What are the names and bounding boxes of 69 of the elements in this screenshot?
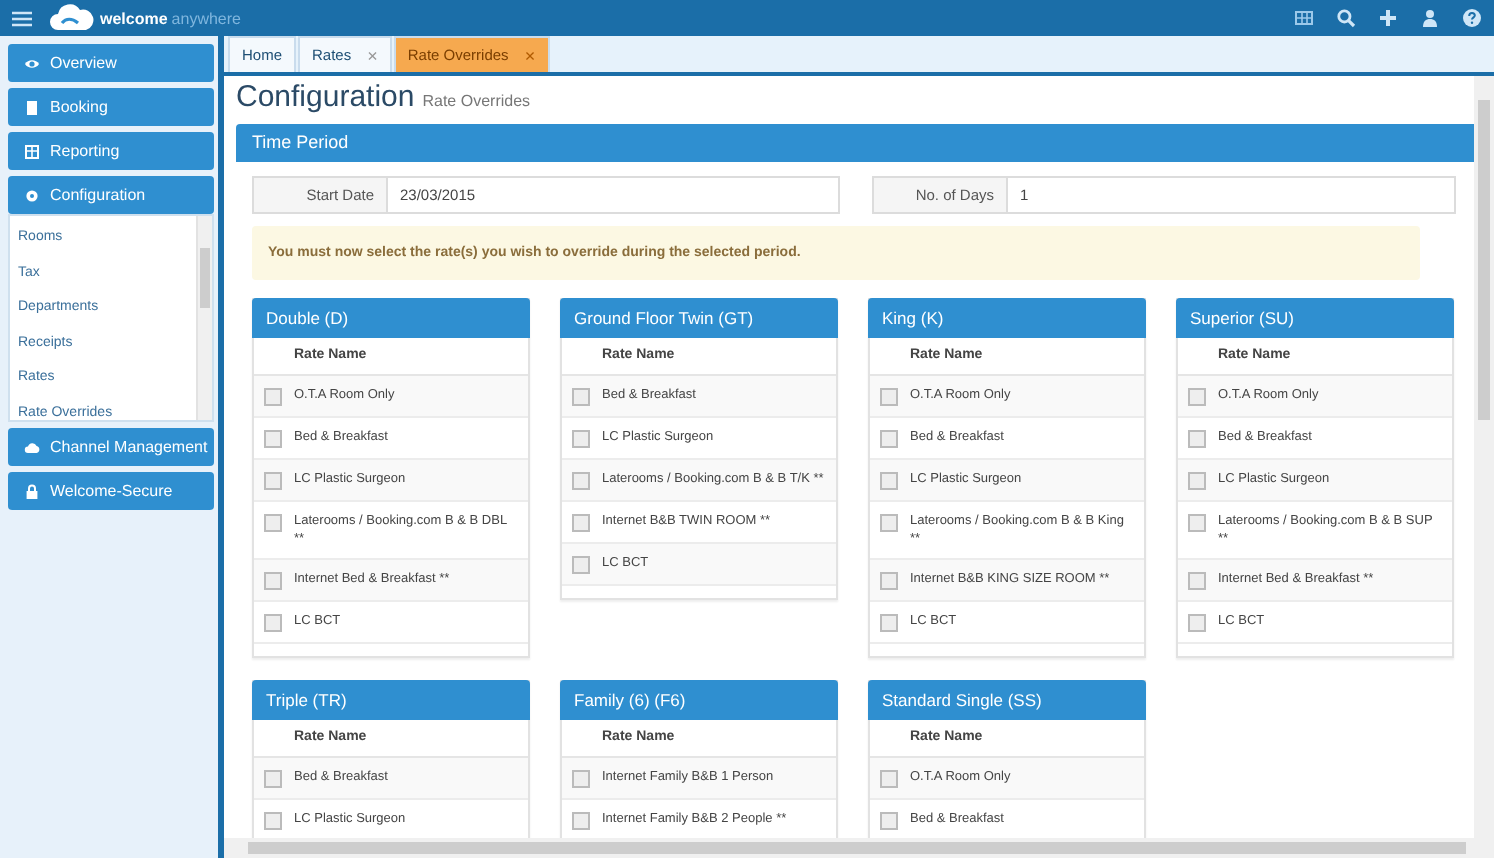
checkbox[interactable] [880, 514, 898, 532]
nav-label: Reporting [50, 140, 120, 164]
checkbox[interactable] [264, 388, 282, 406]
plus-icon[interactable] [1378, 8, 1398, 28]
card-header: Family (6) (F6) [560, 680, 838, 720]
card-header: Triple (TR) [252, 680, 530, 720]
nav-item[interactable]: Welcome-Secure [8, 472, 214, 510]
grid-icon[interactable] [1294, 8, 1314, 28]
gear-icon [24, 187, 40, 203]
table-icon [24, 143, 40, 159]
vertical-scrollbar[interactable] [1474, 76, 1494, 838]
book-icon [24, 99, 40, 115]
user-icon[interactable] [1420, 8, 1440, 28]
card-header: Double (D) [252, 298, 530, 338]
nav-item[interactable]: Channel Management [8, 428, 214, 466]
card-header: King (K) [868, 298, 1146, 338]
checkbox[interactable] [264, 472, 282, 490]
nav-item[interactable]: Booking [8, 88, 214, 126]
checkbox[interactable] [572, 388, 590, 406]
panel-header: Time Period [236, 124, 1474, 162]
cloud-icon [24, 439, 40, 455]
checkbox[interactable] [1188, 614, 1206, 632]
submenu-scrollbar[interactable] [196, 216, 212, 420]
help-icon[interactable] [1462, 8, 1482, 28]
checkbox[interactable] [572, 472, 590, 490]
checkbox[interactable] [880, 572, 898, 590]
checkbox[interactable] [1188, 572, 1206, 590]
checkbox[interactable] [880, 812, 898, 830]
card-header: Standard Single (SS) [868, 680, 1146, 720]
checkbox[interactable] [1188, 430, 1206, 448]
checkbox[interactable] [1188, 472, 1206, 490]
checkbox[interactable] [1188, 514, 1206, 532]
nav-label: Booking [50, 96, 108, 120]
nav-label: Welcome-Secure [50, 480, 173, 504]
checkbox[interactable] [572, 514, 590, 532]
page-subtitle: Rate Overrides [422, 92, 531, 110]
checkbox[interactable] [880, 472, 898, 490]
card-header: Ground Floor Twin (GT) [560, 298, 838, 338]
nav-label: Overview [50, 52, 117, 76]
nav-item[interactable]: Reporting [8, 132, 214, 170]
checkbox[interactable] [1188, 388, 1206, 406]
nav-item[interactable]: Overview [8, 44, 214, 82]
search-icon[interactable] [1336, 8, 1356, 28]
checkbox[interactable] [572, 430, 590, 448]
eye-icon [24, 55, 40, 71]
nav-item[interactable]: Configuration [8, 176, 214, 214]
checkbox[interactable] [572, 556, 590, 574]
checkbox[interactable] [880, 388, 898, 406]
nav-label: Configuration [50, 184, 146, 208]
logo-text: welcome [100, 9, 168, 27]
checkbox[interactable] [880, 770, 898, 788]
checkbox[interactable] [264, 812, 282, 830]
checkbox[interactable] [880, 430, 898, 448]
checkbox[interactable] [264, 514, 282, 532]
logo-subtext: anywhere [171, 9, 241, 27]
cloud-logo-icon [48, 4, 96, 32]
checkbox[interactable] [572, 812, 590, 830]
page-title: Configuration [236, 80, 415, 114]
checkbox[interactable] [264, 770, 282, 788]
checkbox[interactable] [264, 572, 282, 590]
nav-label: Channel Management [50, 436, 208, 460]
checkbox[interactable] [264, 614, 282, 632]
checkbox[interactable] [880, 614, 898, 632]
checkbox[interactable] [572, 770, 590, 788]
card-header: Superior (SU) [1176, 298, 1454, 338]
horizontal-scrollbar[interactable] [224, 838, 1494, 858]
menu-icon[interactable] [12, 9, 32, 27]
checkbox[interactable] [264, 430, 282, 448]
lock-icon [24, 483, 40, 499]
